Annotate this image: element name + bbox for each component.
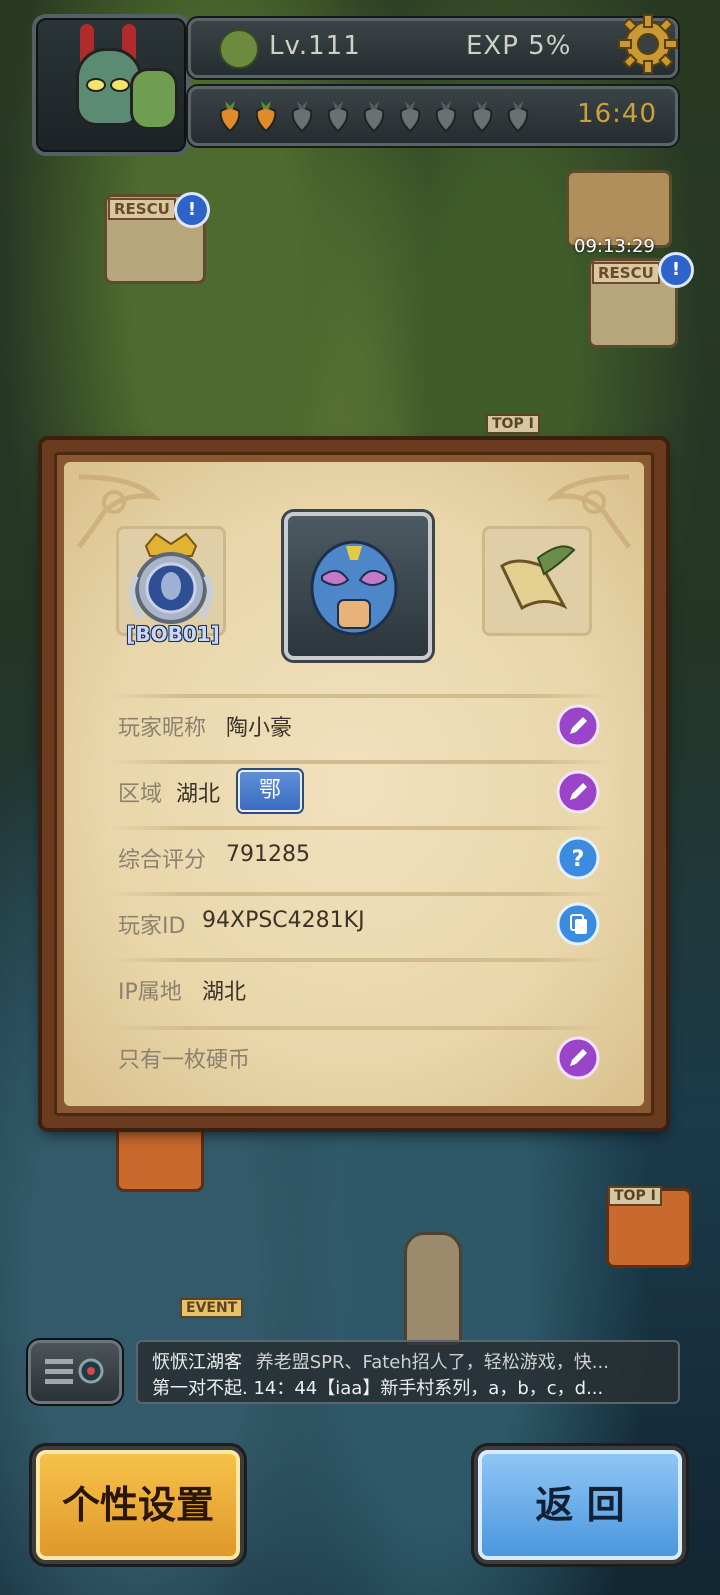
carrot-empty-icon	[435, 101, 457, 133]
info-row-nickname: 玩家昵称 陶小豪	[110, 694, 610, 754]
map-rescue-label-left: RESCU	[108, 198, 176, 220]
carrot-empty-icon	[399, 101, 421, 133]
scroll-quill-icon	[500, 545, 576, 611]
ip-location-key: IP属地	[118, 980, 182, 1005]
personal-settings-button[interactable]: 个性设置	[36, 1450, 240, 1560]
gear-icon[interactable]	[615, 11, 681, 77]
carrot-empty-icon	[507, 101, 529, 133]
energy-carrots	[213, 99, 535, 133]
energy-timer: 16:40	[577, 99, 657, 129]
map-mail-building[interactable]	[116, 1124, 204, 1192]
player-id-key: 玩家ID	[118, 914, 186, 939]
chat-preview[interactable]: 恹恹江湖客 养老盟SPR、Fateh招人了，轻松游戏，快... 第一对不起. 1…	[136, 1340, 680, 1404]
clover-icon	[219, 29, 259, 69]
info-row-signature: 只有一枚硬币	[110, 1026, 610, 1086]
crown-medal-icon	[129, 532, 213, 624]
nickname-value: 陶小豪	[226, 716, 293, 741]
alert-icon: !	[174, 192, 210, 228]
region-tag: 鄂	[238, 770, 302, 812]
score-key: 综合评分	[118, 848, 207, 873]
rank-badge-label: [BOB01]	[126, 622, 220, 646]
map-rescue-label-right: RESCU	[592, 262, 660, 284]
region-value: 湖北	[176, 782, 221, 807]
carrot-empty-icon	[327, 101, 349, 133]
map-top-label: TOP I	[608, 1186, 662, 1206]
help-icon[interactable]: ?	[556, 836, 600, 880]
edit-icon[interactable]	[556, 770, 600, 814]
info-row-player-id: 玩家ID 94XPSC4281KJ	[110, 892, 610, 952]
carrot-full-icon	[255, 101, 277, 133]
exp-percent: EXP 5%	[466, 31, 572, 61]
chat-sender: 恹恹江湖客	[152, 1352, 242, 1373]
chat-message: 养老盟SPR、Fateh招人了，轻松游戏，快...	[255, 1352, 609, 1373]
carrot-empty-icon	[291, 101, 313, 133]
ip-location-value: 湖北	[202, 980, 247, 1005]
carrot-full-icon	[219, 101, 241, 133]
info-row-score: 综合评分 791285 ?	[110, 826, 610, 886]
chat-message: 第一对不起. 14：44【iaa】新手村系列，a，b，c，d...	[152, 1378, 604, 1399]
map-tower[interactable]	[404, 1232, 462, 1348]
nickname-key: 玩家昵称	[118, 716, 207, 741]
carrot-empty-icon	[471, 101, 493, 133]
info-row-ip-location: IP属地 湖北	[110, 958, 610, 1018]
alert-icon: !	[658, 252, 694, 288]
player-avatar[interactable]	[32, 14, 190, 156]
copy-icon[interactable]	[556, 902, 600, 946]
signature-text: 只有一枚硬币	[118, 1048, 251, 1073]
edit-icon[interactable]	[556, 1036, 600, 1080]
score-value: 791285	[226, 842, 310, 867]
map-timer: 09:13:29	[574, 236, 655, 257]
scroll-slot[interactable]	[482, 526, 592, 636]
luchador-mask-icon	[310, 540, 398, 636]
player-level: Lv.111	[269, 31, 361, 61]
map-event-label: EVENT	[180, 1298, 244, 1318]
player-id-value: 94XPSC4281KJ	[202, 908, 365, 933]
carrot-empty-icon	[363, 101, 385, 133]
info-row-region: 区域 湖北 鄂	[110, 760, 610, 820]
player-portrait[interactable]	[284, 512, 432, 660]
svg-text:?: ?	[572, 847, 585, 872]
level-bar: Lv.111 EXP 5%	[188, 14, 678, 78]
back-button[interactable]: 返 回	[478, 1450, 682, 1560]
edit-icon[interactable]	[556, 704, 600, 748]
chat-toggle-button[interactable]	[28, 1340, 122, 1404]
region-key: 区域	[118, 782, 163, 807]
map-top-label: TOP I	[486, 414, 540, 434]
rank-badge-slot[interactable]	[116, 526, 226, 636]
energy-bar: 16:40	[188, 86, 678, 146]
chat-menu-icon	[45, 1358, 104, 1384]
